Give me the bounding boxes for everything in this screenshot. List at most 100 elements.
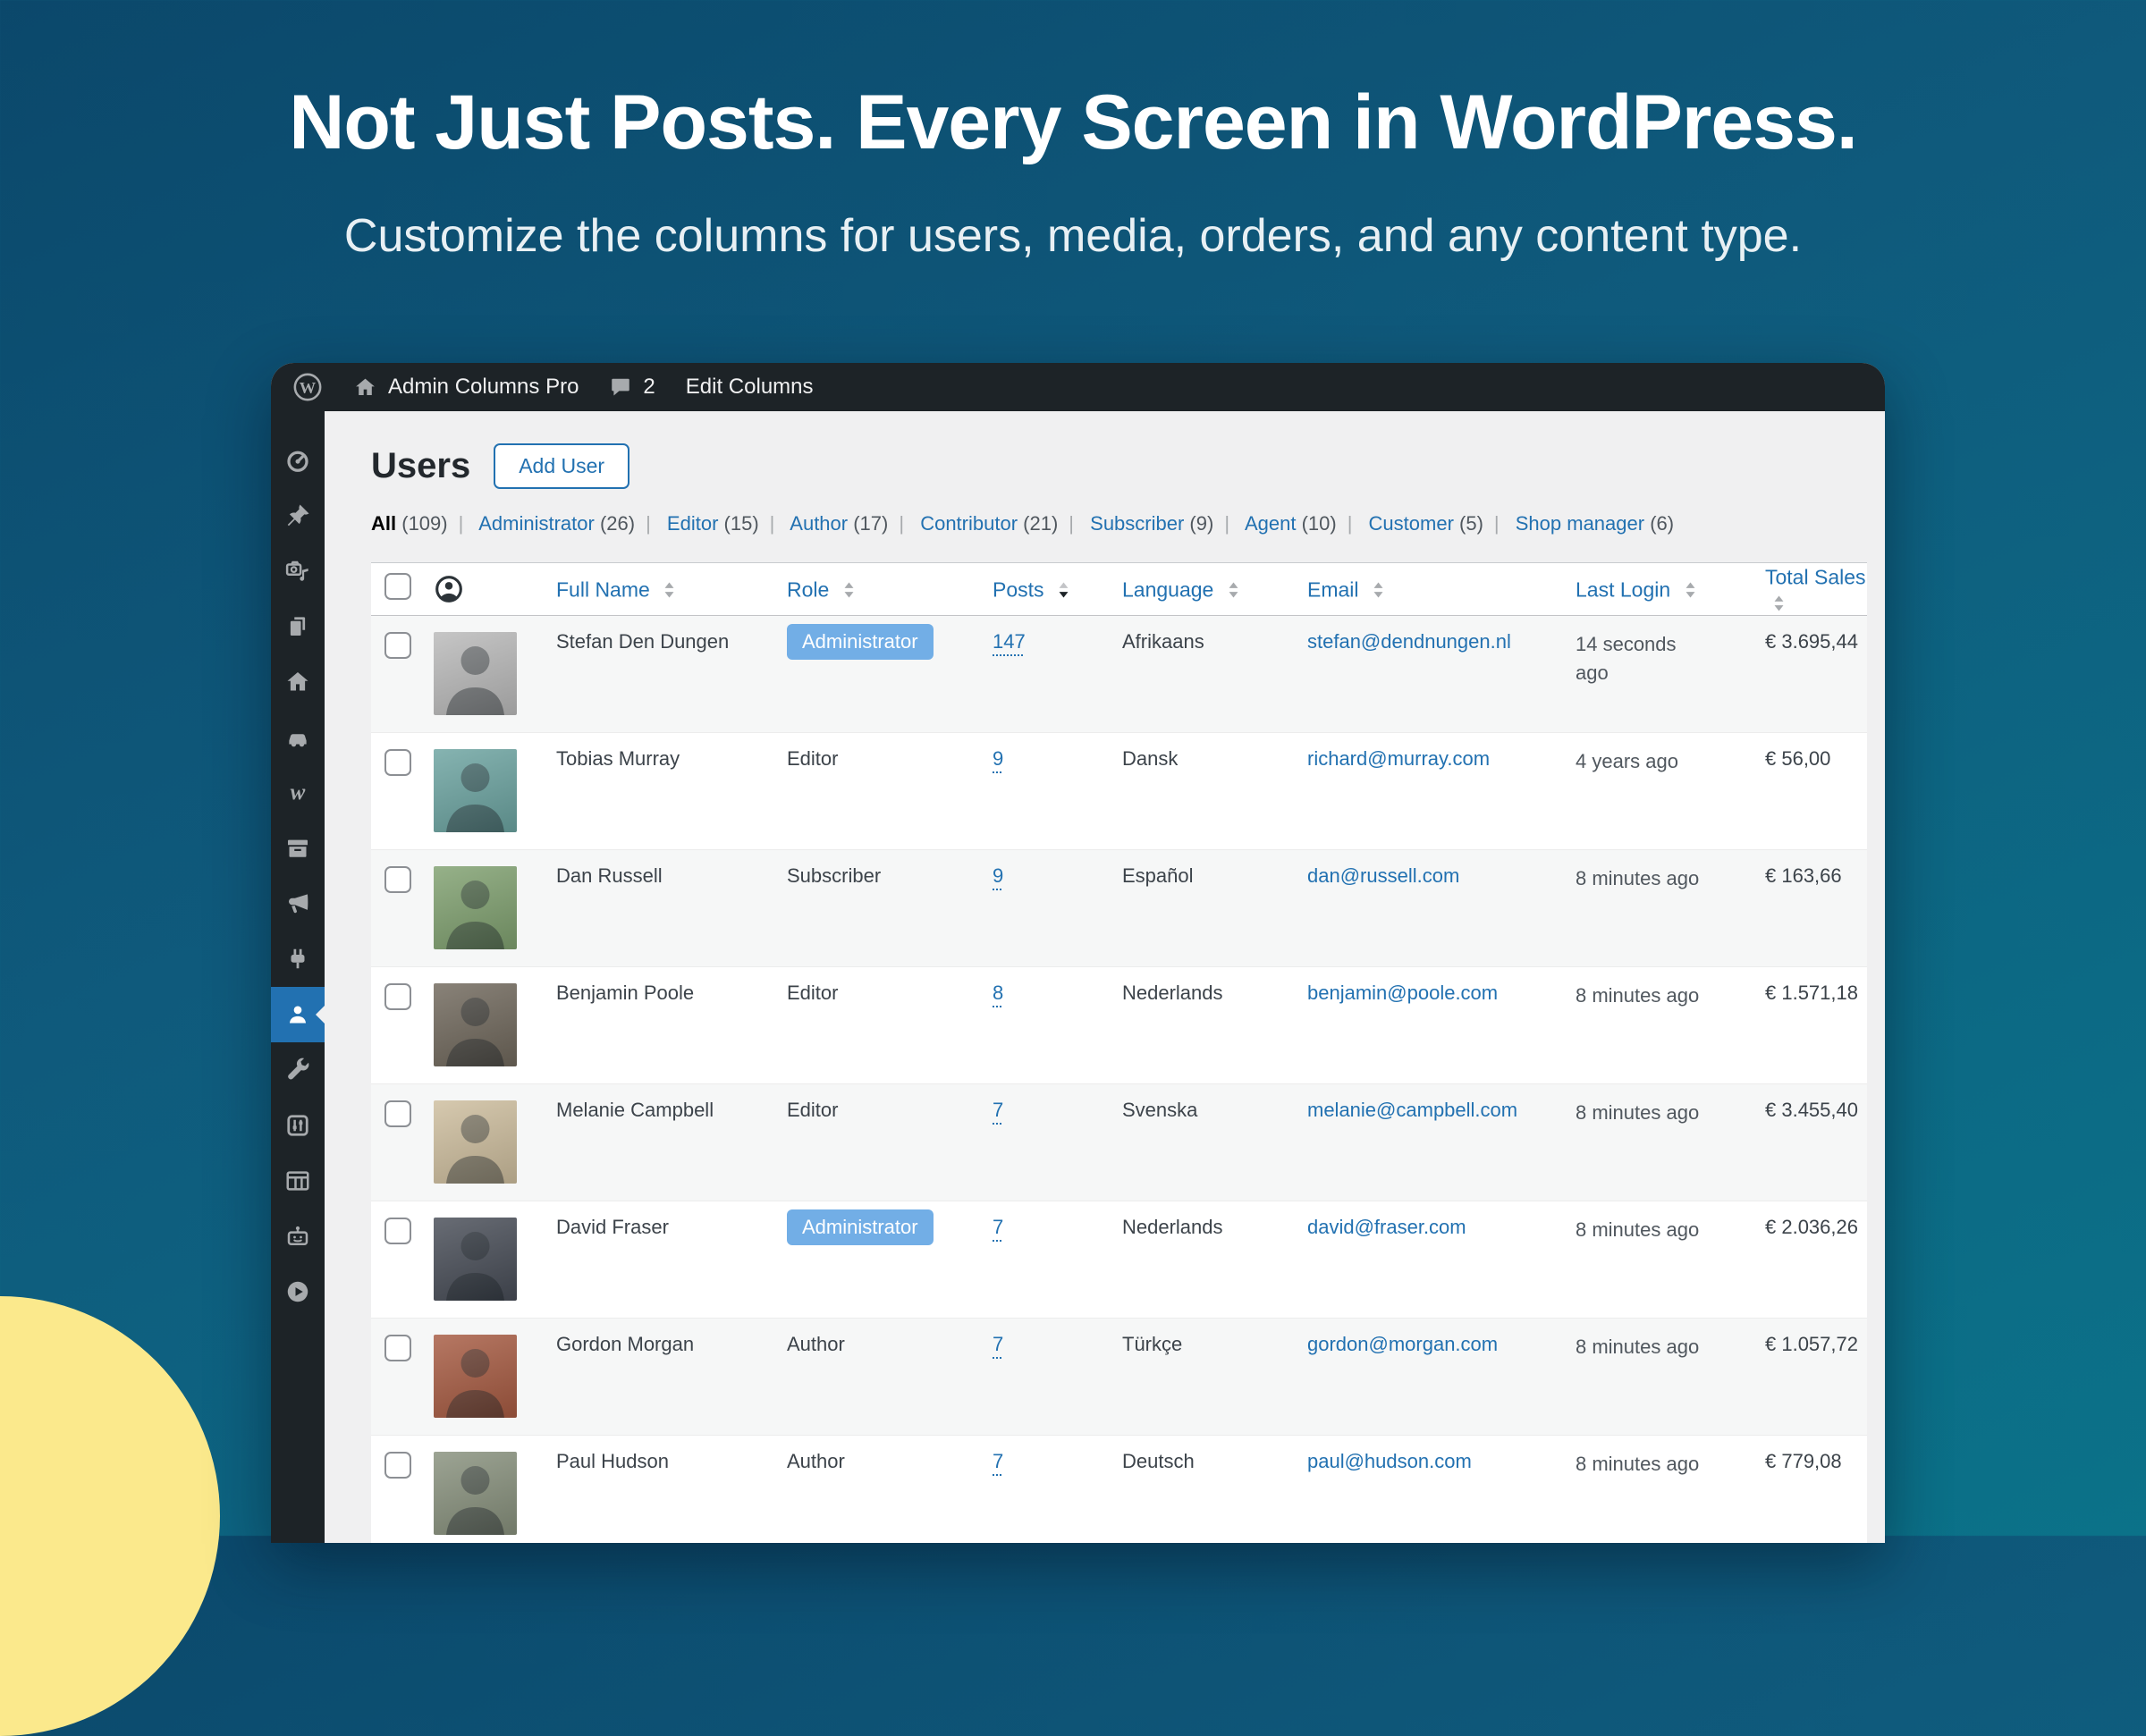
user-posts-link[interactable]: 9 — [993, 864, 1003, 887]
column-header-email[interactable]: Email — [1298, 563, 1567, 616]
pages-icon — [284, 613, 311, 640]
row-checkbox[interactable] — [384, 866, 411, 893]
sort-arrows-icon — [1373, 581, 1384, 599]
page-title-bar: Users Add User — [371, 443, 1867, 489]
filter-item-administrator: Administrator (26)| — [478, 512, 667, 535]
sort-arrows-icon — [1228, 581, 1239, 599]
sidebar-item-table-grid[interactable] — [271, 1153, 325, 1209]
user-email-link[interactable]: paul@hudson.com — [1307, 1450, 1472, 1472]
add-user-button[interactable]: Add User — [494, 443, 629, 489]
row-checkbox[interactable] — [384, 632, 411, 659]
user-last-login: 8 minutes ago — [1576, 1216, 1699, 1244]
user-posts-link[interactable]: 7 — [993, 1333, 1003, 1355]
sidebar-item-play-circle[interactable] — [271, 1264, 325, 1319]
sidebar-item-home[interactable] — [271, 654, 325, 710]
role-filter-links: All (109)| Administrator (26)| Editor (1… — [371, 512, 1867, 535]
sidebar-item-megaphone[interactable] — [271, 876, 325, 931]
wp-logo-menu[interactable] — [292, 372, 323, 402]
user-posts-link[interactable]: 9 — [993, 747, 1003, 770]
table-header-row: Full Name Role Posts Language Email Last… — [371, 563, 1867, 616]
user-role: Author — [787, 1450, 845, 1472]
select-all-checkbox[interactable] — [384, 573, 411, 600]
column-header-posts[interactable]: Posts — [984, 563, 1113, 616]
user-email-link[interactable]: melanie@campbell.com — [1307, 1099, 1517, 1121]
filter-link[interactable]: Editor (15) — [667, 512, 759, 535]
filter-item-customer: Customer (5)| — [1369, 512, 1516, 535]
user-language: Afrikaans — [1122, 630, 1204, 653]
comment-count: 2 — [643, 375, 655, 400]
filter-link[interactable]: Author (17) — [790, 512, 888, 535]
avatar-icon — [434, 574, 464, 604]
row-checkbox[interactable] — [384, 983, 411, 1010]
user-last-login: 8 minutes ago — [1576, 864, 1699, 893]
user-avatar — [434, 1100, 517, 1184]
filter-link[interactable]: Administrator (26) — [478, 512, 635, 535]
user-posts-link[interactable]: 7 — [993, 1216, 1003, 1238]
user-row: Melanie Campbell Editor 7 Svenska melani… — [371, 1084, 1867, 1201]
user-total-sales: € 1.057,72 — [1765, 1333, 1858, 1355]
comments-menu[interactable]: 2 — [609, 375, 655, 400]
hero-title: Not Just Posts. Every Screen in WordPres… — [0, 82, 2146, 163]
sidebar-item-media[interactable] — [271, 544, 325, 599]
filter-item-author: Author (17)| — [790, 512, 920, 535]
filter-link[interactable]: Subscriber (9) — [1090, 512, 1213, 535]
column-header-full_name[interactable]: Full Name — [547, 563, 778, 616]
column-header-role[interactable]: Role — [778, 563, 984, 616]
sidebar-item-car[interactable] — [271, 710, 325, 765]
filter-link[interactable]: Contributor (21) — [920, 512, 1058, 535]
user-email-link[interactable]: stefan@dendnungen.nl — [1307, 630, 1511, 653]
row-checkbox[interactable] — [384, 1452, 411, 1479]
user-email-link[interactable]: dan@russell.com — [1307, 864, 1459, 887]
edit-columns-menu[interactable]: Edit Columns — [686, 375, 814, 400]
filter-item-all: All (109)| — [371, 512, 478, 535]
row-checkbox[interactable] — [384, 1218, 411, 1244]
user-email-link[interactable]: david@fraser.com — [1307, 1216, 1466, 1238]
sidebar-item-pushpin[interactable] — [271, 488, 325, 544]
filter-link[interactable]: Customer (5) — [1369, 512, 1483, 535]
hero-subtitle: Customize the columns for users, media, … — [0, 209, 2146, 263]
user-row: Tobias Murray Editor 9 Dansk richard@mur… — [371, 733, 1867, 850]
column-header-language[interactable]: Language — [1113, 563, 1298, 616]
user-language: Türkçe — [1122, 1333, 1182, 1355]
filter-item-shop-manager: Shop manager (6) — [1516, 512, 1695, 535]
sidebar-item-users[interactable] — [271, 987, 325, 1042]
user-row: Gordon Morgan Author 7 Türkçe gordon@mor… — [371, 1319, 1867, 1436]
column-header-last_login[interactable]: Last Login — [1567, 563, 1756, 616]
user-avatar — [434, 632, 517, 715]
user-row: Paul Hudson Author 7 Deutsch paul@hudson… — [371, 1436, 1867, 1544]
user-last-login: 8 minutes ago — [1576, 1333, 1699, 1361]
sidebar-item-mascot[interactable] — [271, 1209, 325, 1264]
user-email-link[interactable]: richard@murray.com — [1307, 747, 1490, 770]
user-avatar — [434, 1218, 517, 1301]
filter-link[interactable]: All (109) — [371, 512, 448, 535]
user-posts-link[interactable]: 7 — [993, 1450, 1003, 1472]
row-checkbox[interactable] — [384, 1335, 411, 1361]
sidebar-item-dashboard[interactable] — [271, 433, 325, 488]
user-total-sales: € 1.571,18 — [1765, 982, 1858, 1004]
row-checkbox[interactable] — [384, 1100, 411, 1127]
user-language: Dansk — [1122, 747, 1178, 770]
person-silhouette-icon — [434, 632, 517, 715]
user-posts-link[interactable]: 147 — [993, 630, 1026, 653]
sidebar-item-pages[interactable] — [271, 599, 325, 654]
wrench-icon — [284, 1057, 311, 1083]
sidebar-item-w[interactable] — [271, 765, 325, 821]
user-role: Editor — [787, 1099, 838, 1121]
column-header-total_sales[interactable]: Total Sales — [1756, 563, 1867, 616]
sidebar-item-plug[interactable] — [271, 931, 325, 987]
user-email-link[interactable]: benjamin@poole.com — [1307, 982, 1498, 1004]
sidebar-item-wrench[interactable] — [271, 1042, 325, 1098]
row-checkbox[interactable] — [384, 749, 411, 776]
user-role: Editor — [787, 982, 838, 1004]
filter-link[interactable]: Agent (10) — [1245, 512, 1337, 535]
sidebar-item-sliders[interactable] — [271, 1098, 325, 1153]
sidebar-item-archive[interactable] — [271, 821, 325, 876]
user-posts-link[interactable]: 7 — [993, 1099, 1003, 1121]
user-avatar — [434, 749, 517, 832]
user-posts-link[interactable]: 8 — [993, 982, 1003, 1004]
user-email-link[interactable]: gordon@morgan.com — [1307, 1333, 1498, 1355]
user-full-name: David Fraser — [556, 1216, 669, 1238]
filter-link[interactable]: Shop manager (6) — [1516, 512, 1674, 535]
site-name-menu[interactable]: Admin Columns Pro — [353, 375, 579, 400]
user-language: Nederlands — [1122, 982, 1223, 1004]
